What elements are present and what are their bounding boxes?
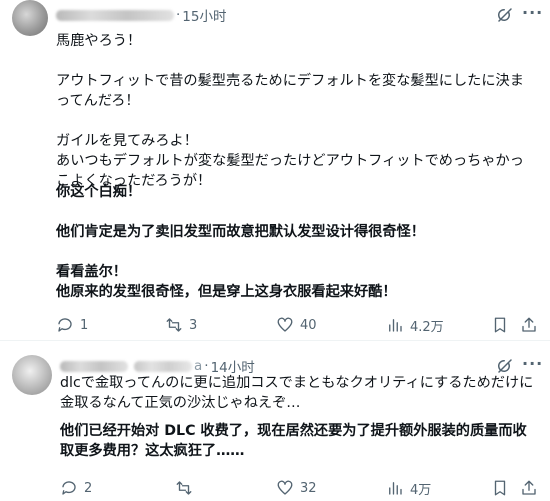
bookmark-icon [494, 480, 506, 496]
share-icon [522, 317, 536, 332]
bookmark-button[interactable] [491, 315, 509, 335]
grok-icon[interactable] [496, 6, 514, 24]
views-button[interactable]: 4.2万 [386, 315, 444, 335]
views-count: 4万 [410, 482, 432, 498]
repost-button[interactable]: 3 [165, 315, 197, 335]
like-count: 32 [300, 480, 317, 496]
share-button[interactable] [520, 315, 538, 335]
action-bar: 1 3 40 4.2万 [0, 315, 550, 335]
reply-count: 1 [80, 317, 89, 333]
post-1[interactable]: · 15小时 ··· 馬鹿やろう！ アウトフィットで昔の髪型売るためにデフォルト… [0, 0, 550, 340]
repost-count: 3 [189, 317, 198, 333]
repost-button[interactable] [175, 478, 199, 498]
repost-icon [176, 481, 192, 495]
repost-icon [166, 318, 182, 332]
author-name-blurred[interactable] [60, 360, 128, 372]
more-icon[interactable]: ··· [522, 354, 543, 373]
views-count: 4.2万 [410, 319, 444, 335]
post-time[interactable]: 15小时 [182, 5, 226, 25]
reply-button[interactable]: 1 [56, 315, 88, 335]
action-bar: 2 32 4万 [0, 478, 550, 498]
views-button[interactable]: 4万 [386, 478, 431, 498]
views-icon [389, 482, 402, 495]
like-button[interactable]: 32 [276, 478, 317, 498]
views-icon [389, 319, 402, 332]
share-icon [522, 480, 536, 495]
author-name-blurred[interactable] [56, 9, 174, 21]
more-icon[interactable]: ··· [522, 3, 543, 22]
bookmark-button[interactable] [491, 478, 509, 498]
share-button[interactable] [520, 478, 538, 498]
post-body-translation: 你这个白痴！ 他们肯定是为了卖旧发型而故意把默认发型设计得很奇怪！ 看看盖尔！ … [56, 184, 425, 300]
author-handle-blurred[interactable] [134, 360, 192, 372]
post-header: · 15小时 [56, 5, 226, 25]
reply-body-translation: 他们已经开始对 DLC 收费了，现在居然还要为了提升额外服装的质量而收取更多费用… [60, 423, 527, 459]
avatar[interactable] [12, 0, 48, 36]
reply-button[interactable]: 2 [60, 478, 92, 498]
like-button[interactable]: 40 [276, 315, 317, 335]
like-icon [277, 317, 293, 332]
reply-icon [58, 318, 72, 332]
bookmark-icon [494, 317, 506, 333]
post-body-japanese: 馬鹿やろう！ アウトフィットで昔の髪型売るためにデフォルトを変な髪型にしたに決ま… [56, 33, 524, 189]
author-handle-tail[interactable]: a [194, 358, 202, 374]
reply-count: 2 [84, 480, 93, 496]
avatar[interactable] [12, 355, 52, 395]
like-count: 40 [300, 317, 317, 333]
reply-icon [62, 481, 76, 495]
like-icon [277, 480, 293, 495]
reply-body-japanese: dlcで金取ってんのに更に追加コスでまともなクオリティにするためだけに金取るなん… [60, 375, 534, 411]
